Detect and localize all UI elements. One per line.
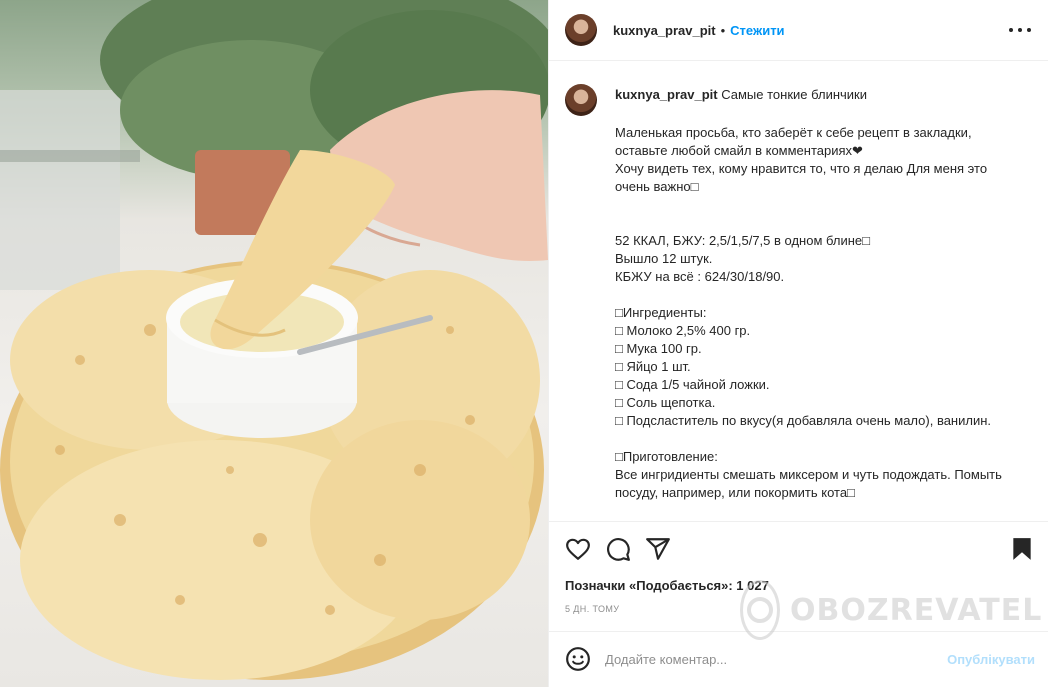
separator-dot: • <box>720 22 726 38</box>
caption-avatar[interactable] <box>565 84 597 116</box>
more-options-icon[interactable] <box>1009 20 1031 40</box>
caption-title: Самые тонкие блинчики <box>721 87 868 102</box>
caption-title-row: kuxnya_prav_pit Самые тонкие блинчики <box>615 86 1035 104</box>
caption-line: □ Сода 1/5 чайной ложки. <box>615 377 770 392</box>
caption-line: КБЖУ на всё : 624/30/18/90. <box>615 269 785 284</box>
caption-line: □Ингредиенты: <box>615 305 707 320</box>
share-icon[interactable] <box>645 536 671 562</box>
post-header: kuxnya_prav_pit • Стежити <box>549 0 1048 61</box>
caption-line: оставьте любой смайл в комментариях❤ <box>615 143 863 158</box>
caption-line: Хочу видеть тех, кому нравится то, что я… <box>615 161 988 176</box>
post-photo <box>0 0 548 687</box>
comment-input[interactable] <box>605 651 925 667</box>
follow-button[interactable]: Стежити <box>730 23 784 38</box>
divider <box>549 521 1048 522</box>
heart-icon[interactable] <box>565 536 591 562</box>
caption-line: □ Подсластитель по вкусу(я добавляла оче… <box>615 413 992 428</box>
watermark: OBOZREVATEL <box>740 578 1041 642</box>
caption-line: 52 ККАЛ, БЖУ: 2,5/1,5/7,5 в одном блине□ <box>615 233 870 248</box>
caption-line: Все ингридиенты смешать миксером и чуть … <box>615 467 1002 482</box>
caption-line <box>615 430 1035 448</box>
caption-line <box>615 286 1035 304</box>
crepes-illustration <box>0 0 548 680</box>
caption-line: очень важно□ <box>615 179 699 194</box>
caption-line: □ Яйцо 1 шт. <box>615 359 691 374</box>
caption-line <box>615 214 1035 232</box>
likes-count[interactable]: Позначки «Подобається»: 1 027 <box>565 578 769 593</box>
caption-text: Маленькая просьба, кто заберёт к себе ре… <box>615 124 1035 502</box>
caption-line: посуду, например, или покормить кота□ <box>615 485 855 500</box>
comment-icon[interactable] <box>605 536 631 562</box>
author-username[interactable]: kuxnya_prav_pit <box>613 23 716 38</box>
action-bar <box>565 536 1035 562</box>
comment-form: Опублікувати <box>565 645 1035 673</box>
caption-line: □Приготовление: <box>615 449 718 464</box>
caption-line: □ Мука 100 гр. <box>615 341 702 356</box>
author-avatar[interactable] <box>565 14 597 46</box>
caption-line: □ Молоко 2,5% 400 гр. <box>615 323 751 338</box>
post-caption: kuxnya_prav_pit Самые тонкие блинчики Ма… <box>565 84 1035 502</box>
caption-body: kuxnya_prav_pit Самые тонкие блинчики Ма… <box>615 86 1035 502</box>
caption-username[interactable]: kuxnya_prav_pit <box>615 87 718 102</box>
watermark-text: OBOZREVATEL <box>790 592 1043 628</box>
caption-line: Маленькая просьба, кто заберёт к себе ре… <box>615 125 972 140</box>
emoji-icon[interactable] <box>565 646 591 672</box>
caption-line: □ Соль щепотка. <box>615 395 716 410</box>
bookmark-icon[interactable] <box>1009 536 1035 562</box>
caption-line: Вышло 12 штук. <box>615 251 713 266</box>
post-time[interactable]: 5 дн. тому <box>565 604 619 614</box>
caption-line <box>615 196 1035 214</box>
watermark-logo-icon <box>740 580 780 640</box>
publish-button[interactable]: Опублікувати <box>947 652 1035 667</box>
